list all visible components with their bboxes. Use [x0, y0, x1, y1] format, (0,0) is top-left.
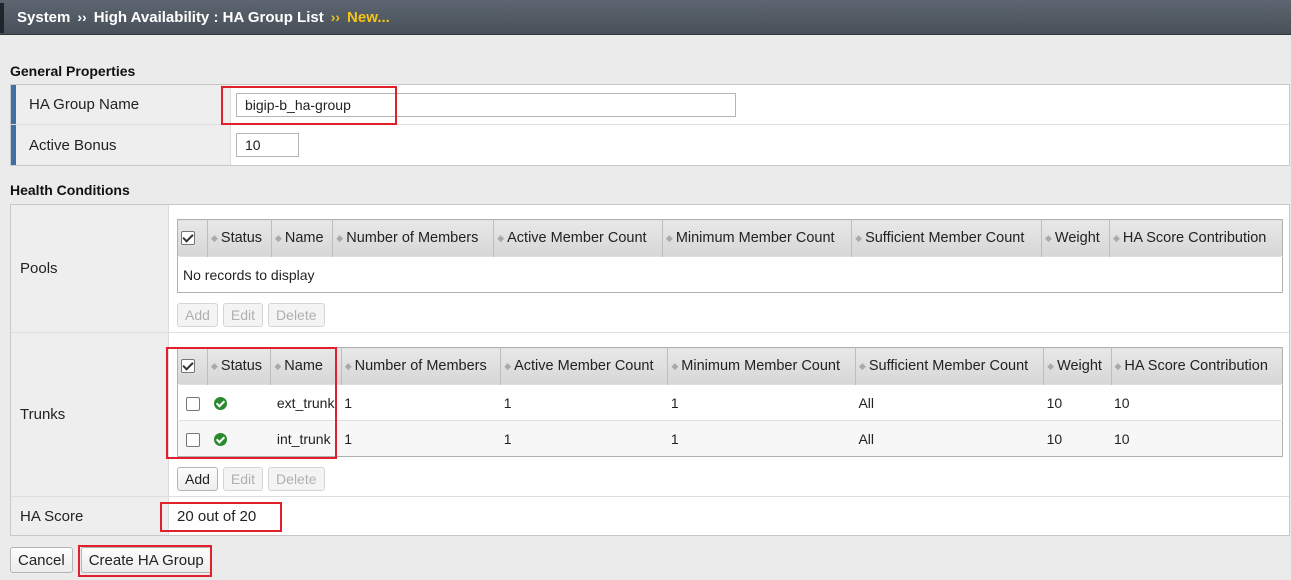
pools-col-minimum[interactable]: ◆ Minimum Member Count	[662, 219, 853, 257]
health-conditions-title: Health Conditions	[10, 182, 130, 198]
sort-icon: ◆	[671, 361, 679, 371]
sort-icon: ◆	[858, 361, 866, 371]
pools-col-sufficient[interactable]: ◆ Sufficient Member Count	[851, 219, 1042, 257]
pools-add-button[interactable]: Add	[177, 303, 218, 327]
pools-col-name[interactable]: ◆ Name	[271, 219, 334, 257]
cancel-button[interactable]: Cancel	[10, 547, 73, 573]
breadcrumb-strip	[0, 3, 4, 33]
row-checkbox[interactable]	[185, 396, 200, 411]
table-row[interactable]: ext_trunk 1 1 1 All 10 10	[177, 384, 1283, 421]
pools-col-active[interactable]: ◆ Active Member Count	[493, 219, 663, 257]
trunk-weight: 10	[1043, 384, 1111, 421]
ha-group-name-label: HA Group Name	[11, 85, 231, 124]
pools-col-weight[interactable]: ◆ Weight	[1041, 219, 1110, 257]
pools-label: Pools	[11, 205, 169, 332]
ha-score-row: HA Score 20 out of 20	[11, 497, 1289, 535]
trunk-members: 1	[341, 384, 501, 421]
sort-icon: ◆	[497, 233, 505, 243]
pools-delete-button[interactable]: Delete	[268, 303, 325, 327]
sort-icon: ◆	[665, 233, 673, 243]
form-actions: Cancel Create HA Group	[10, 547, 212, 573]
trunks-add-button[interactable]: Add	[177, 467, 218, 491]
breadcrumb-system[interactable]: System	[17, 9, 70, 26]
status-ok-icon	[213, 433, 227, 447]
health-conditions-table: Pools ◆ Status ◆ Name ◆ Number of Members ◆…	[10, 204, 1290, 536]
ha-score-value: 20 out of 20	[177, 507, 257, 525]
trunks-delete-button[interactable]: Delete	[268, 467, 325, 491]
ha-group-name-row: HA Group Name	[11, 85, 1289, 125]
trunks-label: Trunks	[11, 333, 169, 496]
trunks-col-status[interactable]: ◆ Status	[207, 347, 272, 385]
table-row[interactable]: int_trunk 1 1 1 All 10 10	[177, 420, 1283, 457]
breadcrumb-current: New...	[347, 8, 390, 26]
trunks-table: ◆ Status ◆ Name ◆ Number of Members ◆ Active…	[177, 347, 1283, 457]
trunk-contribution: 10	[1111, 420, 1283, 457]
trunks-col-weight[interactable]: ◆ Weight	[1043, 347, 1112, 385]
select-all-checkbox[interactable]	[181, 231, 195, 246]
trunks-select-all[interactable]	[177, 347, 208, 385]
sort-icon: ◆	[504, 361, 512, 371]
trunks-edit-button[interactable]: Edit	[222, 467, 264, 491]
active-bonus-row: Active Bonus	[11, 125, 1289, 165]
trunk-minimum: 1	[667, 384, 856, 421]
trunks-row: Trunks ◆ Status ◆ Name ◆ Number of Members …	[11, 333, 1289, 497]
general-properties-title: General Properties	[10, 63, 136, 79]
sort-icon: ◆	[211, 233, 218, 243]
trunk-active: 1	[500, 384, 668, 421]
sort-icon: ◆	[1047, 361, 1055, 371]
pools-col-members[interactable]: ◆ Number of Members	[332, 219, 495, 257]
breadcrumb-ha-group-list[interactable]: High Availability : HA Group List	[94, 9, 324, 26]
trunks-col-members[interactable]: ◆ Number of Members	[341, 347, 502, 385]
active-bonus-input[interactable]	[236, 133, 299, 157]
trunk-sufficient: All	[855, 420, 1044, 457]
trunk-sufficient: All	[855, 384, 1044, 421]
sort-icon: ◆	[274, 361, 282, 371]
sort-icon: ◆	[855, 233, 863, 243]
create-ha-group-button[interactable]: Create HA Group	[80, 547, 212, 573]
trunks-col-name[interactable]: ◆ Name	[270, 347, 342, 385]
sort-icon: ◆	[344, 361, 352, 371]
trunks-col-contribution[interactable]: ◆ HA Score Contribution	[1111, 347, 1283, 385]
sort-icon: ◆	[1114, 361, 1122, 371]
pools-col-contribution[interactable]: ◆ HA Score Contribution	[1109, 219, 1283, 257]
trunks-col-sufficient[interactable]: ◆ Sufficient Member Count	[855, 347, 1045, 385]
pools-table: ◆ Status ◆ Name ◆ Number of Members ◆ Active…	[177, 219, 1283, 293]
trunk-contribution: 10	[1111, 384, 1283, 421]
breadcrumb-separator: ››	[330, 9, 341, 25]
pools-empty-message: No records to display	[177, 256, 1283, 293]
row-checkbox[interactable]	[185, 432, 200, 447]
active-bonus-label: Active Bonus	[11, 125, 231, 165]
sort-icon: ◆	[274, 233, 282, 243]
sort-icon: ◆	[1045, 233, 1052, 243]
ha-group-name-input[interactable]	[236, 92, 736, 117]
breadcrumb-separator: ››	[77, 9, 87, 25]
status-ok-icon	[213, 397, 227, 411]
pools-row: Pools ◆ Status ◆ Name ◆ Number of Members ◆…	[11, 205, 1289, 333]
sort-icon: ◆	[211, 361, 218, 371]
trunks-col-minimum[interactable]: ◆ Minimum Member Count	[667, 347, 856, 385]
breadcrumb: System ›› High Availability : HA Group L…	[0, 0, 1291, 35]
pools-select-all[interactable]	[177, 219, 208, 257]
trunk-name-link[interactable]: ext_trunk	[270, 384, 342, 421]
ha-score-label: HA Score	[11, 497, 169, 535]
trunks-col-active[interactable]: ◆ Active Member Count	[500, 347, 669, 385]
trunk-members: 1	[341, 420, 501, 457]
sort-icon: ◆	[1112, 233, 1120, 243]
select-all-checkbox[interactable]	[181, 359, 195, 374]
sort-icon: ◆	[336, 233, 344, 243]
pools-edit-button[interactable]: Edit	[222, 303, 264, 327]
pools-col-status[interactable]: ◆ Status	[207, 219, 272, 257]
trunk-active: 1	[500, 420, 668, 457]
trunk-minimum: 1	[667, 420, 856, 457]
general-properties-table: HA Group Name Active Bonus	[10, 84, 1290, 166]
trunk-name-link[interactable]: int_trunk	[270, 420, 342, 457]
trunk-weight: 10	[1043, 420, 1111, 457]
